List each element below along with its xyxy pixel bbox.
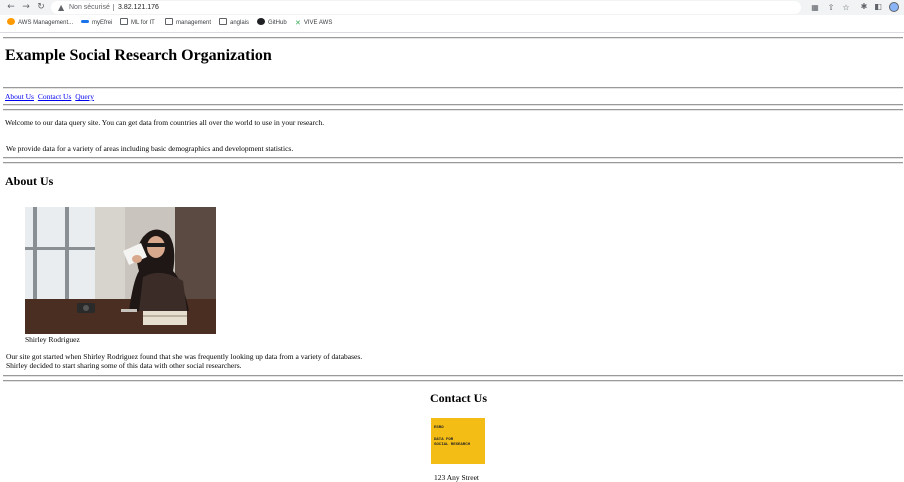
divider (3, 380, 903, 382)
logo-text-b: SOCIAL RESEARCH (434, 443, 471, 447)
address-bar[interactable]: ▲ Non sécurisé 3.82.121.176 ▦ ⇧ ☆ (51, 1, 850, 14)
bookmark-anglais[interactable]: anglais (219, 18, 249, 29)
nav-link-contact-us[interactable]: Contact Us (38, 92, 72, 101)
bookmark-label: myEfrei (92, 20, 113, 26)
divider (3, 104, 903, 106)
efrei-icon (81, 20, 89, 23)
profile-avatar[interactable] (889, 2, 899, 12)
bookmark-aws-management[interactable]: AWS Management... (7, 18, 73, 29)
founder-photo-image (25, 207, 216, 334)
bookmark-label: ML for IT (131, 20, 155, 26)
logo-line-2: DATA FOR SOCIAL RESEARCH (434, 438, 470, 448)
intro-data-text: We provide data for a variety of areas i… (6, 144, 294, 153)
divider (3, 375, 903, 377)
omnibox-divider (113, 4, 114, 11)
url-text[interactable]: 3.82.121.176 (118, 1, 159, 14)
divider (3, 109, 903, 111)
bookmarks-bar: AWS Management... myEfrei ML for IT mana… (0, 15, 904, 33)
aws-icon (7, 18, 15, 25)
page-title: Example Social Research Organization (5, 47, 272, 64)
contact-address: 123 Any Street (434, 473, 479, 482)
bookmark-management[interactable]: management (165, 18, 211, 29)
logo-text-a: DATA FOR (434, 438, 454, 442)
logo-line-1: ESRO (434, 426, 444, 430)
photo-caption: Shirley Rodriguez (25, 335, 80, 344)
founder-photo (25, 207, 216, 334)
contact-heading: Contact Us (430, 391, 487, 405)
side-panel-icon[interactable]: ◧ (872, 1, 884, 13)
forward-icon[interactable]: → (20, 1, 32, 13)
about-heading: About Us (5, 174, 54, 188)
browser-chrome: ← → ↻ ▲ Non sécurisé 3.82.121.176 ▦ ⇧ ☆ … (0, 0, 904, 33)
nav-links: About Us Contact Us Query (5, 92, 96, 102)
divider (3, 87, 903, 89)
organization-logo: ESRO DATA FOR SOCIAL RESEARCH (431, 418, 485, 464)
bookmark-ml-for-it[interactable]: ML for IT (120, 18, 155, 29)
back-icon[interactable]: ← (5, 1, 17, 13)
translate-icon[interactable]: ▦ (809, 2, 821, 14)
bookmark-label: GitHub (268, 20, 287, 26)
folder-icon (219, 18, 227, 25)
bookmark-label: AWS Management... (18, 20, 74, 26)
bookmark-myefrei[interactable]: myEfrei (81, 18, 112, 29)
security-label[interactable]: Non sécurisé (69, 1, 110, 14)
bookmark-github[interactable]: GitHub (257, 18, 287, 29)
nav-link-query[interactable]: Query (75, 92, 94, 101)
folder-icon (165, 18, 173, 25)
extensions-icon[interactable]: ✱ (858, 1, 870, 13)
bookmark-star-icon[interactable]: ☆ (840, 2, 852, 14)
divider (3, 162, 903, 164)
x-icon: ✕ (295, 20, 301, 27)
bookmark-label: management (176, 20, 212, 26)
share-icon[interactable]: ⇧ (825, 2, 837, 14)
github-icon (257, 18, 265, 25)
bookmark-label: VIVE AWS (303, 20, 333, 26)
divider (3, 157, 903, 159)
browser-toolbar: ← → ↻ ▲ Non sécurisé 3.82.121.176 ▦ ⇧ ☆ … (0, 0, 904, 15)
warning-icon[interactable]: ▲ (58, 2, 64, 13)
folder-icon (120, 18, 128, 25)
intro-welcome-text: Welcome to our data query site. You can … (5, 118, 325, 127)
bookmark-vive-aws[interactable]: ✕ VIVE AWS (295, 18, 332, 29)
nav-link-about-us[interactable]: About Us (5, 92, 34, 101)
reload-icon[interactable]: ↻ (35, 1, 47, 13)
about-text-line-2: Shirley decided to start sharing some of… (6, 361, 242, 370)
bookmark-label: anglais (230, 20, 250, 26)
divider (3, 37, 903, 39)
